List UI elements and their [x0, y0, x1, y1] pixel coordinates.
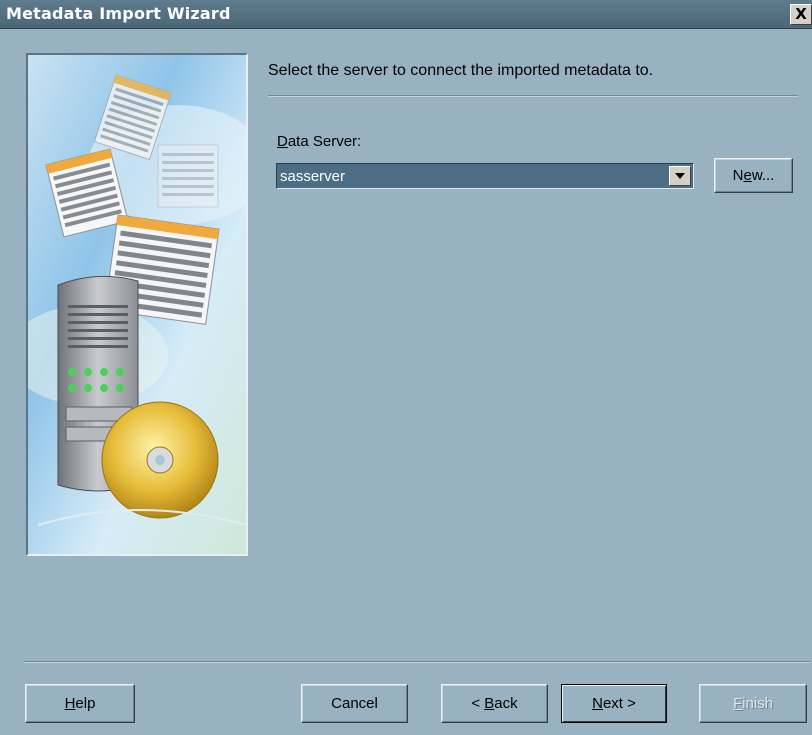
close-icon: X — [795, 5, 807, 23]
new-server-button[interactable]: New... — [714, 158, 793, 193]
help-text: elp — [75, 695, 96, 712]
footer-separator — [24, 661, 810, 663]
back-prefix: < — [471, 695, 485, 712]
new-button-mnemonic: e — [743, 167, 752, 184]
dropdown-arrow-icon — [675, 173, 685, 179]
new-button-text-2: w... — [751, 167, 775, 184]
cancel-button[interactable]: Cancel — [301, 684, 408, 723]
dropdown-button[interactable] — [669, 166, 691, 186]
next-mnemonic: N — [592, 695, 603, 712]
finish-text: inish — [742, 695, 774, 712]
data-server-value: sasserver — [280, 168, 346, 185]
help-mnemonic: H — [64, 695, 76, 712]
finish-button[interactable]: Finish — [699, 684, 807, 723]
header-separator — [268, 95, 798, 97]
back-mnemonic: B — [484, 695, 495, 712]
back-button[interactable]: < Back — [441, 684, 548, 723]
back-text: ack — [494, 695, 518, 712]
next-text: ext > — [602, 695, 636, 712]
wizard-illustration — [26, 53, 248, 556]
help-button[interactable]: Help — [25, 684, 135, 723]
instruction-text: Select the server to connect the importe… — [268, 62, 654, 79]
title-bar: Metadata Import Wizard X — [0, 0, 812, 29]
close-button[interactable]: X — [790, 4, 812, 25]
data-server-label: Data Server: — [277, 133, 361, 150]
data-server-label-text: ata Server: — [287, 133, 362, 150]
new-button-text-1: N — [732, 167, 744, 184]
data-server-combobox[interactable]: sasserver — [276, 163, 694, 189]
window-title: Metadata Import Wizard — [6, 4, 231, 23]
finish-mnemonic: F — [732, 695, 743, 712]
next-button[interactable]: Next > — [561, 684, 667, 723]
data-server-label-mnemonic: D — [277, 133, 288, 150]
